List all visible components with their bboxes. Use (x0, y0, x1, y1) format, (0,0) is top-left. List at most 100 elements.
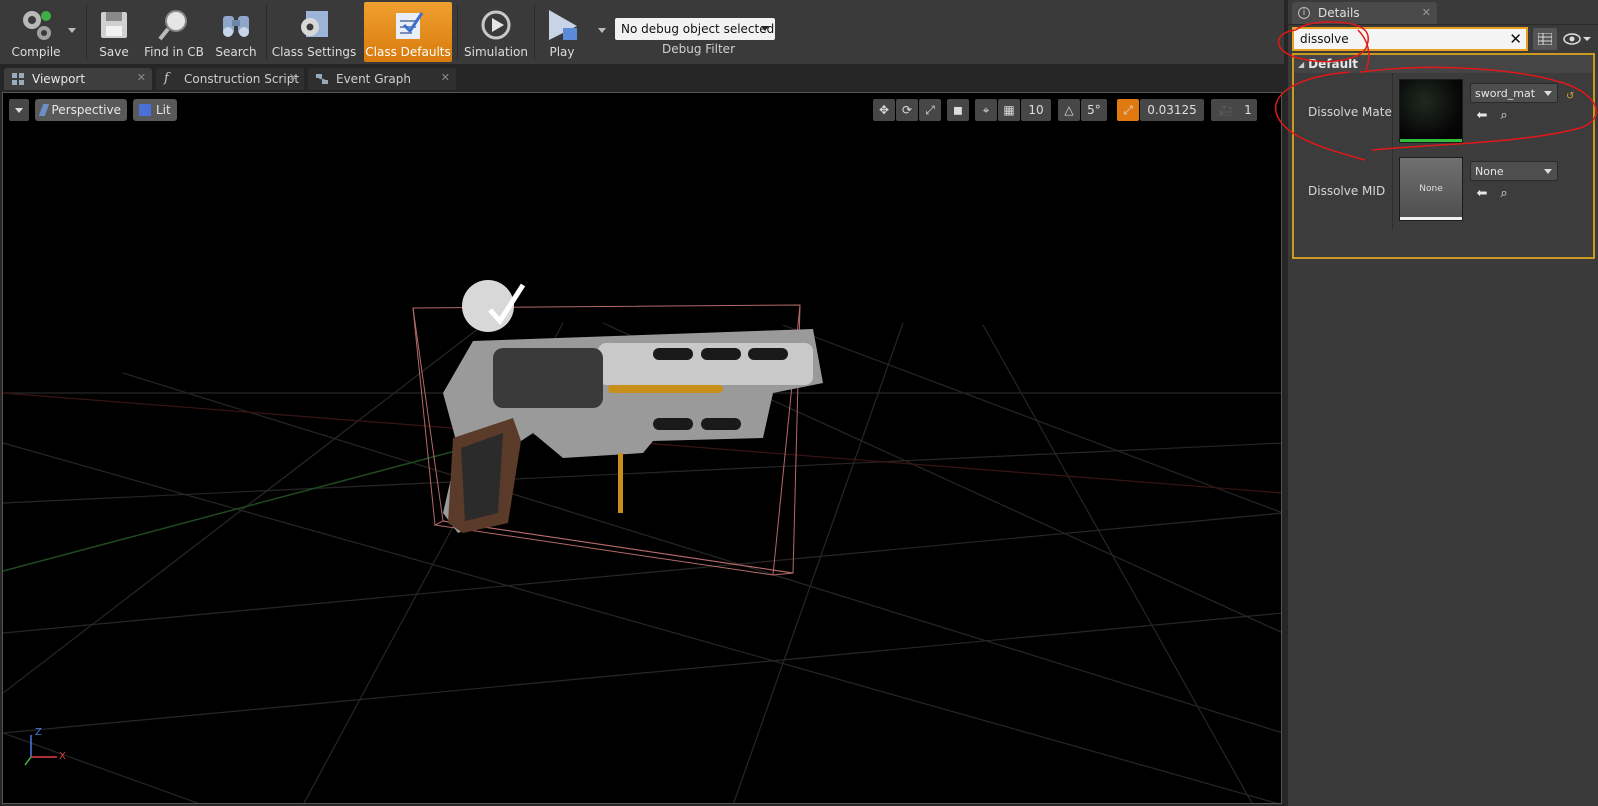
search-results-section: ◢ Default Dissolve Material sword_mat ⬅ … (1292, 53, 1595, 259)
property-row-dissolve-mid: Dissolve MID None None ⬅ ⌕ (1294, 151, 1593, 229)
asset-picker-combo[interactable]: sword_mat (1470, 83, 1558, 103)
column-divider[interactable] (1392, 151, 1393, 229)
use-selected-arrow-icon[interactable]: ⬅ (1474, 107, 1490, 123)
rotate-mode-icon[interactable]: ⟳ (896, 99, 918, 121)
scale-snap-value[interactable]: 0.03125 (1140, 99, 1204, 121)
perspective-label: Perspective (51, 103, 122, 117)
browse-magnifier-icon[interactable]: ⌕ (1496, 107, 1512, 123)
material-thumbnail[interactable] (1399, 79, 1463, 143)
chevron-down-icon (1544, 169, 1552, 174)
search-value: dissolve (1300, 32, 1349, 46)
graph-icon (316, 73, 328, 85)
tab-details[interactable]: i Details ✕ (1292, 2, 1437, 24)
reset-to-default-icon[interactable]: ↺ (1566, 91, 1576, 102)
class-settings-gear-icon (295, 6, 333, 44)
play-icon (543, 6, 581, 44)
info-icon: i (1298, 7, 1310, 19)
property-row-dissolve-material: Dissolve Material sword_mat ⬅ ⌕ ↺ (1294, 73, 1593, 151)
thumbnail-none-label: None (1419, 184, 1443, 194)
collapse-triangle-icon: ◢ (1298, 59, 1305, 69)
use-selected-arrow-icon[interactable]: ⬅ (1474, 185, 1490, 201)
find-in-cb-button[interactable]: Find in CB (142, 2, 206, 62)
lit-cube-icon (139, 104, 151, 116)
asset-value: sword_mat (1475, 86, 1536, 100)
property-name: Dissolve MID (1308, 184, 1386, 198)
asset-value: None (1475, 164, 1504, 178)
details-search-input[interactable]: dissolve ✕ (1292, 27, 1528, 51)
grid-snap-icon[interactable]: ▦ (998, 99, 1020, 121)
property-matrix-icon[interactable] (1533, 28, 1557, 50)
class-settings-label: Class Settings (271, 45, 357, 59)
clear-search-icon[interactable]: ✕ (1509, 30, 1522, 48)
world-local-icon[interactable]: ◼ (947, 99, 969, 121)
viewport-scene (3, 280, 1281, 803)
tab-viewport[interactable]: Viewport ✕ (4, 68, 152, 90)
category-label: Default (1308, 57, 1358, 71)
axis-x-label: X (59, 751, 66, 762)
close-icon[interactable]: ✕ (441, 71, 450, 84)
compile-options-chevron-icon[interactable] (68, 28, 76, 33)
viewport-icon (12, 73, 24, 85)
simulation-label: Simulation (464, 45, 528, 59)
revolver-mesh (443, 280, 823, 533)
simulation-icon (477, 6, 515, 44)
tab-label: Event Graph (336, 72, 411, 86)
axis-gizmo (24, 735, 57, 766)
class-defaults-button[interactable]: Class Defaults (364, 2, 452, 62)
grid-snap-value[interactable]: 10 (1021, 99, 1051, 121)
chevron-down-icon (1544, 91, 1552, 96)
scale-snap-icon[interactable]: ⤢ (1117, 99, 1139, 121)
tab-label: Construction Script (184, 72, 300, 86)
viewport-options-button[interactable] (9, 99, 29, 121)
material-type-bar (1400, 139, 1462, 142)
close-icon[interactable]: ✕ (137, 71, 146, 84)
find-in-cb-label: Find in CB (144, 45, 204, 59)
save-floppy-icon (95, 6, 133, 44)
save-label: Save (99, 45, 129, 59)
surface-snap-icon[interactable]: ⌖ (975, 99, 997, 121)
play-options-chevron-icon[interactable] (598, 28, 606, 33)
column-divider[interactable] (1392, 73, 1393, 151)
toolbar-divider (86, 4, 87, 60)
class-defaults-checklist-icon (389, 6, 427, 44)
material-thumbnail[interactable]: None (1399, 157, 1463, 221)
lit-button[interactable]: Lit (133, 99, 177, 121)
blueprint-toolbar: Compile Save Find in CB Search Class Set… (0, 0, 1284, 64)
function-icon: f (164, 71, 169, 86)
editor-tab-strip: Viewport ✕ f Construction Script ✕ Event… (0, 66, 1284, 90)
view-options-eye-icon[interactable] (1562, 28, 1592, 50)
rotation-snap-value[interactable]: 5° (1081, 99, 1107, 121)
lit-label: Lit (156, 103, 171, 117)
browse-magnifier-icon[interactable]: ⌕ (1496, 185, 1512, 201)
toolbar-divider (534, 4, 535, 60)
search-label: Search (215, 45, 257, 59)
camera-speed-value[interactable]: 1 (1239, 99, 1257, 121)
rotation-snap-icon[interactable]: △ (1058, 99, 1080, 121)
tab-label: Viewport (32, 72, 86, 86)
class-defaults-label: Class Defaults (365, 45, 451, 59)
category-default-header[interactable]: ◢ Default (1294, 55, 1593, 73)
translate-mode-icon[interactable]: ✥ (873, 99, 895, 121)
save-button[interactable]: Save (90, 2, 138, 62)
scale-mode-icon[interactable]: ⤢ (919, 99, 941, 121)
class-settings-button[interactable]: Class Settings (270, 2, 358, 62)
close-icon[interactable]: ✕ (289, 71, 298, 84)
perspective-button[interactable]: Perspective (35, 99, 127, 121)
chevron-down-icon (761, 26, 769, 31)
close-icon[interactable]: ✕ (1422, 6, 1431, 19)
binoculars-icon (217, 6, 255, 44)
asset-picker-combo[interactable]: None (1470, 161, 1558, 181)
debug-filter-label: Debug Filter (662, 42, 735, 56)
simulation-button[interactable]: Simulation (462, 2, 530, 62)
details-panel: i Details ✕ dissolve ✕ ◢ Default Dissolv… (1288, 0, 1598, 806)
camera-speed-icon[interactable]: 🎥 (1211, 99, 1241, 121)
play-button[interactable]: Play (538, 2, 586, 62)
debug-object-select[interactable]: No debug object selected (615, 18, 775, 40)
search-button[interactable]: Search (210, 2, 262, 62)
property-name: Dissolve Material (1308, 105, 1392, 119)
compile-button[interactable]: Compile (4, 2, 68, 62)
tab-event-graph[interactable]: Event Graph ✕ (308, 68, 456, 90)
viewport[interactable]: Z X Perspective Lit ✥ ⟳ ⤢ ◼ ⌖ ▦ 10 △ 5° … (2, 92, 1282, 804)
tab-construction-script[interactable]: f Construction Script ✕ (156, 68, 304, 90)
magnifier-icon (155, 6, 193, 44)
